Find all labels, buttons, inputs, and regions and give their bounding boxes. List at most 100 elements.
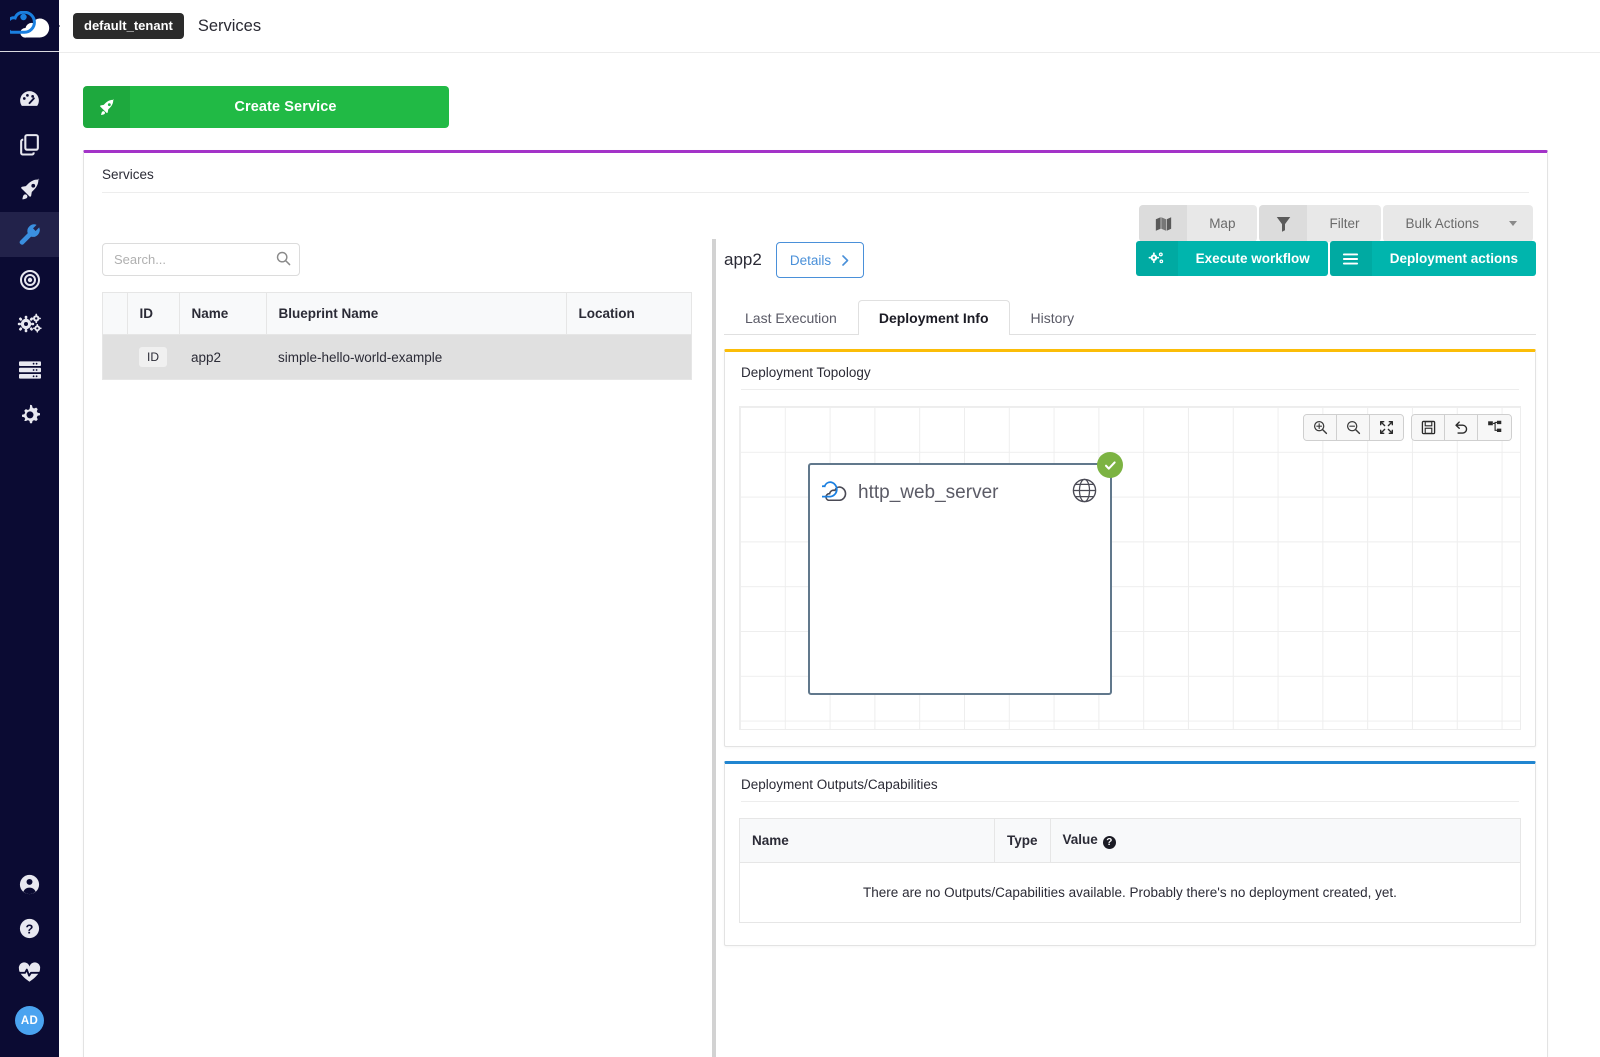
services-panel-title: Services bbox=[102, 167, 154, 182]
top-bar: default_tenant Services bbox=[59, 0, 1600, 53]
sidebar-item-help[interactable]: ? bbox=[0, 906, 59, 950]
services-toolbar: Map Filter Bulk Actions bbox=[1137, 205, 1533, 242]
tab-last-execution[interactable]: Last Execution bbox=[724, 300, 858, 335]
deployment-actions-button[interactable]: Deployment actions bbox=[1329, 241, 1536, 276]
save-floppy-icon bbox=[1421, 420, 1435, 435]
sidebar-item-targets[interactable] bbox=[0, 257, 59, 302]
tab-history[interactable]: History bbox=[1010, 300, 1096, 335]
map-button[interactable]: Map bbox=[1139, 205, 1258, 242]
user-circle-icon bbox=[19, 874, 40, 894]
cogs-icon bbox=[1135, 241, 1178, 276]
undo-arrow-icon bbox=[1455, 421, 1468, 434]
zoom-out-icon bbox=[1346, 420, 1360, 435]
services-wrench-icon bbox=[19, 224, 40, 245]
sidebar-item-plugins[interactable] bbox=[0, 302, 59, 347]
funnel-icon bbox=[1259, 205, 1308, 242]
outputs-empty-row: There are no Outputs/Capabilities availa… bbox=[740, 863, 1521, 923]
fit-to-screen-button[interactable] bbox=[1370, 415, 1403, 440]
cloudify-cloud-logo-icon bbox=[9, 11, 49, 38]
outputs-col-value: Value? bbox=[1050, 818, 1521, 863]
globe-icon bbox=[1071, 477, 1098, 509]
id-badge: ID bbox=[139, 347, 167, 367]
target-circle-icon bbox=[19, 269, 40, 290]
filter-button[interactable]: Filter bbox=[1259, 205, 1382, 242]
topology-zoom-group bbox=[1303, 414, 1404, 441]
deployment-header: app2 Details Execute workflow Deployment… bbox=[724, 239, 1536, 281]
zoom-in-icon bbox=[1313, 420, 1327, 435]
deployment-action-buttons: Execute workflow Deployment actions bbox=[1135, 241, 1536, 276]
check-circle-icon bbox=[1104, 460, 1116, 470]
table-col-blueprint-name[interactable]: Blueprint Name bbox=[266, 292, 567, 335]
deployment-actions-label: Deployment actions bbox=[1389, 251, 1518, 266]
outputs-col-name: Name bbox=[739, 818, 995, 863]
save-layout-button[interactable] bbox=[1412, 415, 1445, 440]
create-service-label: Create Service bbox=[234, 99, 337, 115]
bulk-actions-label: Bulk Actions bbox=[1405, 216, 1479, 231]
topology-node-header: http_web_server bbox=[810, 465, 1110, 509]
sidebar-item-services[interactable] bbox=[0, 212, 59, 257]
status-badge bbox=[1097, 452, 1123, 478]
reset-layout-button[interactable] bbox=[1445, 415, 1478, 440]
deployment-topology-title: Deployment Topology bbox=[741, 365, 871, 380]
services-list-column: ID Name Blueprint Name Location ID app2 … bbox=[84, 243, 709, 1057]
column-resize-divider[interactable] bbox=[712, 239, 716, 1057]
chevron-down-icon bbox=[1509, 221, 1517, 226]
row-id-cell: ID bbox=[127, 334, 179, 380]
tab-deployment-info[interactable]: Deployment Info bbox=[857, 300, 1010, 335]
row-blueprint-cell: simple-hello-world-example bbox=[266, 334, 566, 380]
avatar[interactable]: AD bbox=[15, 1006, 44, 1035]
svg-text:?: ? bbox=[26, 921, 34, 936]
cogs-icon bbox=[17, 313, 42, 333]
table-col-name[interactable]: Name bbox=[179, 292, 267, 335]
sidebar-item-account[interactable] bbox=[0, 862, 59, 906]
map-icon bbox=[1139, 205, 1188, 242]
zoom-in-button[interactable] bbox=[1304, 415, 1337, 440]
table-col-id[interactable]: ID bbox=[127, 292, 180, 335]
row-name-cell: app2 bbox=[179, 334, 266, 380]
gear-settings-icon bbox=[21, 404, 40, 423]
deployment-name: app2 bbox=[724, 250, 762, 269]
deployment-tabs: Last Execution Deployment Info History bbox=[724, 297, 1536, 335]
topology-canvas[interactable]: http_web_server bbox=[739, 406, 1521, 730]
hamburger-menu-icon bbox=[1329, 241, 1372, 276]
sidebar-item-blueprints[interactable] bbox=[0, 122, 59, 167]
left-sidebar: ? AD bbox=[0, 0, 60, 1057]
auto-layout-button[interactable] bbox=[1478, 415, 1511, 440]
map-button-label: Map bbox=[1187, 205, 1258, 242]
row-location-cell bbox=[566, 334, 692, 380]
deployment-outputs-title: Deployment Outputs/Capabilities bbox=[741, 777, 938, 792]
question-circle-icon[interactable]: ? bbox=[1102, 836, 1116, 849]
page-title: Services bbox=[197, 16, 262, 35]
sidebar-item-system-resources[interactable] bbox=[0, 347, 59, 392]
search-input[interactable] bbox=[102, 243, 300, 276]
blueprints-copy-icon bbox=[20, 134, 39, 156]
deployment-topology-widget: Deployment Topology http_web_server bbox=[724, 349, 1536, 747]
outputs-empty-message: There are no Outputs/Capabilities availa… bbox=[863, 885, 1397, 900]
cloud-node-icon bbox=[817, 480, 848, 506]
table-header-row: ID Name Blueprint Name Location bbox=[102, 292, 692, 335]
table-col-blank bbox=[102, 292, 128, 335]
deployment-detail-column: app2 Details Execute workflow Deployment… bbox=[724, 239, 1536, 1057]
server-stack-icon bbox=[18, 360, 41, 379]
logo-pointer bbox=[52, 18, 60, 34]
zoom-out-button[interactable] bbox=[1337, 415, 1370, 440]
sidebar-item-settings[interactable] bbox=[0, 392, 59, 437]
topology-node[interactable]: http_web_server bbox=[808, 452, 1123, 695]
app-logo[interactable] bbox=[0, 0, 60, 51]
table-row[interactable]: ID app2 simple-hello-world-example bbox=[102, 334, 692, 380]
sidebar-item-status[interactable] bbox=[0, 950, 59, 994]
sidebar-item-dashboard[interactable] bbox=[0, 77, 59, 122]
details-button[interactable]: Details bbox=[775, 242, 865, 278]
bulk-actions-dropdown[interactable]: Bulk Actions bbox=[1383, 205, 1533, 242]
create-service-button[interactable]: Create Service bbox=[83, 86, 449, 128]
topology-toolbar bbox=[1303, 414, 1512, 441]
outputs-col-value-label: Value bbox=[1062, 832, 1098, 847]
table-col-location[interactable]: Location bbox=[566, 292, 692, 335]
execute-workflow-button[interactable]: Execute workflow bbox=[1135, 241, 1328, 276]
dashboard-gauge-icon bbox=[20, 91, 39, 106]
sidebar-item-deployments[interactable] bbox=[0, 167, 59, 212]
tenant-selector[interactable]: default_tenant bbox=[73, 13, 184, 39]
deployments-rocket-icon bbox=[21, 178, 40, 200]
chevron-right-icon bbox=[842, 254, 849, 266]
details-button-label: Details bbox=[789, 252, 832, 268]
